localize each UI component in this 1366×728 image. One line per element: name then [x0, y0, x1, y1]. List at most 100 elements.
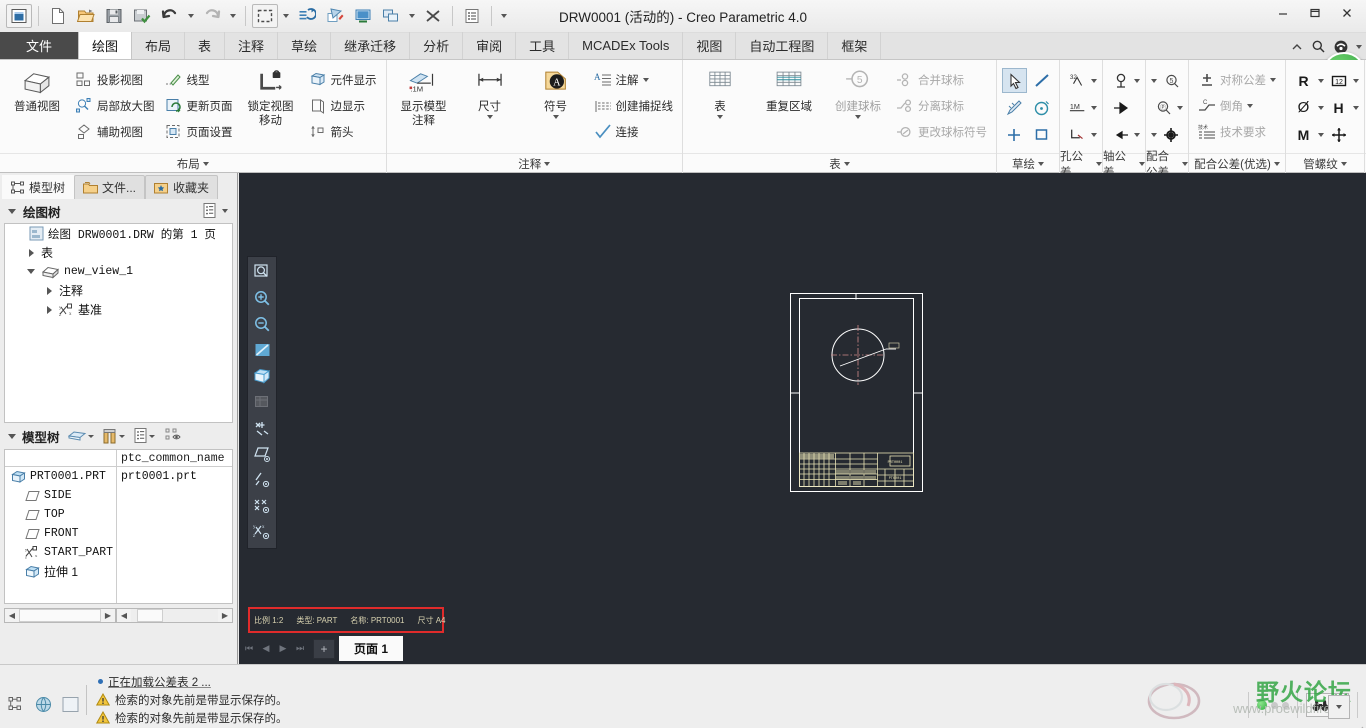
model-row-side[interactable]: SIDE: [5, 486, 116, 505]
lock-view-move-button[interactable]: 锁定视图 移动: [239, 65, 303, 127]
group-title-sketch[interactable]: 草绘: [997, 153, 1059, 173]
model-tree[interactable]: PRT0001.PRT SIDE TOP FRONT yzx START_PAR…: [4, 449, 233, 604]
filter-dropdown-icon[interactable]: [87, 434, 94, 438]
detailed-view-item[interactable]: 局部放大图: [71, 93, 159, 118]
zoom-fit-icon[interactable]: [249, 260, 275, 285]
datum-twisty[interactable]: [43, 306, 55, 314]
open-icon[interactable]: [73, 4, 99, 28]
globe-icon[interactable]: [34, 695, 53, 714]
R-dropdown-icon[interactable]: [1318, 78, 1324, 83]
dim-1m-icon[interactable]: 1M: [1065, 95, 1090, 120]
M-dropdown-icon[interactable]: [1318, 132, 1324, 137]
drawing-sheet[interactable]: PRT0001 PT0001: [790, 293, 923, 492]
box12-icon[interactable]: 12: [1326, 68, 1351, 93]
csys-display-icon[interactable]: yz x: [249, 520, 275, 545]
surface-finish-dropdown-icon[interactable]: [1091, 78, 1097, 83]
group-title-pipe-thread[interactable]: 管螺纹: [1286, 153, 1364, 173]
dimension-dropdown-icon[interactable]: [486, 115, 493, 119]
diameter-icon[interactable]: Ø: [1291, 95, 1316, 120]
balloon-circle-dropdown-icon[interactable]: [1177, 105, 1183, 110]
component-display-item[interactable]: 元件显示: [305, 67, 381, 92]
blank-icon[interactable]: [62, 696, 80, 714]
R-icon[interactable]: R: [1291, 68, 1316, 93]
minimize-button[interactable]: [1268, 2, 1298, 24]
sheet-setup-item[interactable]: 页面设置: [161, 119, 237, 144]
model-row-part[interactable]: PRT0001.PRT: [5, 467, 116, 486]
circle-icon[interactable]: [1029, 95, 1054, 120]
show-model-annotations-button[interactable]: .1M 显示模型 注释: [392, 65, 456, 127]
tab-analysis[interactable]: 分析: [410, 32, 464, 59]
group-expand-icon[interactable]: [202, 161, 209, 166]
create-balloon-dropdown-icon[interactable]: [855, 115, 861, 119]
model-tree-tools-button[interactable]: [102, 428, 125, 444]
navtab-files[interactable]: 文件...: [74, 175, 146, 199]
scroll-track-1[interactable]: [19, 609, 101, 622]
app-menu-icon[interactable]: [6, 4, 32, 28]
chamfer-tol-dropdown-icon[interactable]: [1091, 132, 1097, 137]
scroll-left-arrow-2[interactable]: ◀: [117, 609, 131, 622]
model-tree-twisty[interactable]: [6, 434, 18, 439]
group-title-fit-tolerance[interactable]: 配合公差: [1146, 151, 1188, 179]
repeat-region-button[interactable]: 重复区域: [754, 65, 824, 113]
zoom-in-icon[interactable]: [249, 286, 275, 311]
change-balloon-item[interactable]: 更改球标符号: [892, 119, 991, 144]
tab-legacy-migration[interactable]: 继承迁移: [331, 32, 411, 59]
tech-requirements-item[interactable]: 技术 技术要求: [1194, 119, 1280, 144]
settings-list-icon[interactable]: [202, 203, 217, 219]
drawing-tree-twisty[interactable]: [6, 209, 18, 214]
group-expand-icon-9[interactable]: [1340, 161, 1347, 166]
drawing-canvas[interactable]: yzx PRT0001 PT0001 比例 1:2 类型: PART 名称: P…: [239, 173, 1366, 664]
create-balloon-button[interactable]: 5 创建球标: [826, 65, 890, 119]
model-row-extrude[interactable]: 拉伸 1: [5, 562, 116, 581]
H-dropdown-icon[interactable]: [1353, 105, 1359, 110]
tab-file[interactable]: 文件: [0, 32, 78, 59]
table-button[interactable]: 表: [688, 65, 752, 119]
tools-dropdown-icon[interactable]: [118, 434, 125, 438]
close-window-icon[interactable]: [420, 4, 446, 28]
point-icon[interactable]: [1002, 122, 1027, 147]
datum-target-dropdown-icon[interactable]: [1134, 78, 1140, 83]
model-row-top[interactable]: TOP: [5, 505, 116, 524]
drawing-tree-menu-icon[interactable]: [222, 209, 228, 213]
tree-row-annotations[interactable]: 注释: [5, 281, 232, 300]
window-dropdown-arrow[interactable]: [406, 4, 418, 28]
left-hscrollbar-2[interactable]: ◀ ▶: [116, 608, 233, 623]
arrow-flag-icon[interactable]: [1108, 95, 1133, 120]
tab-mcadex-tools[interactable]: MCADEx Tools: [569, 32, 684, 59]
line-style-item[interactable]: 线型: [161, 67, 237, 92]
tab-view[interactable]: 视图: [683, 32, 737, 59]
rectangle-icon[interactable]: [1029, 122, 1054, 147]
tab-drawing[interactable]: 绘图: [78, 32, 133, 59]
tree-row-sheet[interactable]: 绘图 DRW0001.DRW 的第 1 页: [5, 224, 232, 243]
save-icon[interactable]: [101, 4, 127, 28]
dim-1m-dropdown-icon[interactable]: [1091, 105, 1097, 110]
new-icon[interactable]: [45, 4, 71, 28]
group-expand-icon-3[interactable]: [843, 161, 850, 166]
note-item[interactable]: A 注解: [590, 67, 678, 92]
model-tree-settings-button[interactable]: [133, 428, 155, 444]
box12-dropdown-icon[interactable]: [1353, 78, 1359, 83]
connect-item[interactable]: 连接: [590, 119, 678, 144]
first-page-button[interactable]: ⏮: [241, 639, 257, 659]
tab-table[interactable]: 表: [185, 32, 226, 59]
tab-review[interactable]: 审阅: [463, 32, 517, 59]
scroll-left-arrow-1[interactable]: ◀: [5, 609, 19, 622]
prev-page-button[interactable]: ◀: [258, 639, 274, 659]
group-title-shaft-tolerance[interactable]: 轴公差: [1103, 151, 1145, 179]
symbol-button[interactable]: A 符号: [524, 65, 588, 119]
tree-row-table[interactable]: 表: [5, 243, 232, 262]
window-icon[interactable]: [378, 4, 404, 28]
model-row-front[interactable]: FRONT: [5, 524, 116, 543]
left-hscrollbar-1[interactable]: ◀ ▶: [4, 608, 116, 623]
display-icon[interactable]: [350, 4, 376, 28]
arrows-item[interactable]: 箭头: [305, 119, 381, 144]
collapse-ribbon-icon[interactable]: [1290, 40, 1304, 54]
chamfer-tol-icon[interactable]: [1065, 122, 1090, 147]
fit-prev-icon[interactable]: [1151, 78, 1157, 83]
navtab-favorites[interactable]: 收藏夹: [145, 175, 219, 199]
update-sheet-item[interactable]: 更新页面: [161, 93, 237, 118]
undo-icon[interactable]: [157, 4, 183, 28]
show-hide-icon[interactable]: [165, 428, 183, 444]
group-title-annotate[interactable]: 注释: [386, 153, 682, 173]
left-arrow-dropdown-icon[interactable]: [1134, 132, 1140, 137]
